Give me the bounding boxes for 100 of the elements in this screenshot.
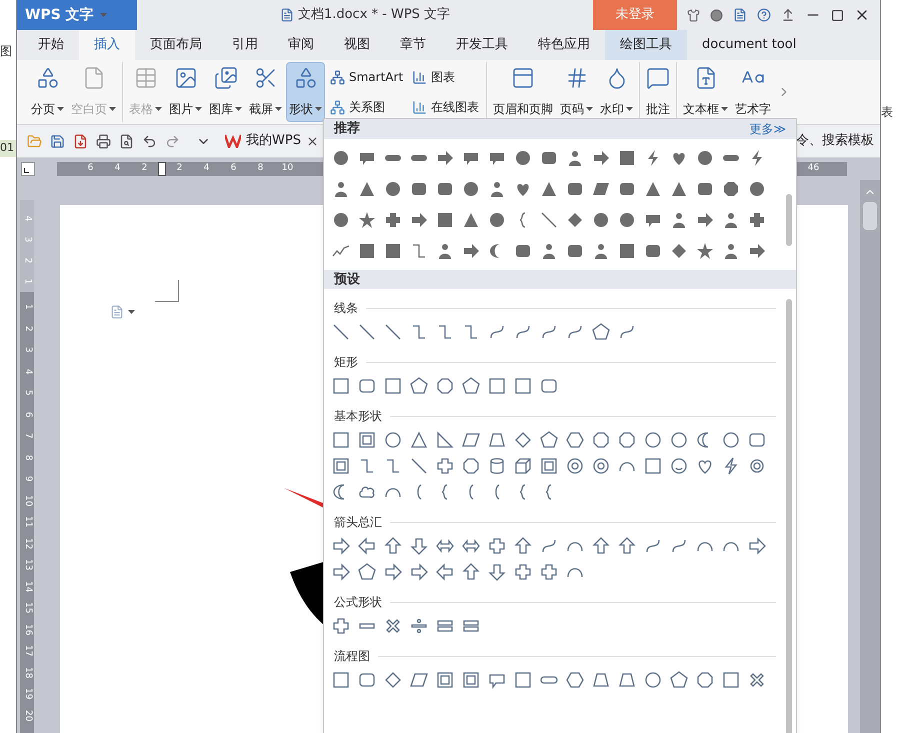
ribbon-tab[interactable]: 审阅 bbox=[273, 30, 329, 60]
arrow-right-icon[interactable] bbox=[462, 242, 480, 260]
hexagon-icon[interactable] bbox=[566, 431, 584, 449]
arrow-right-icon[interactable] bbox=[592, 148, 610, 166]
hexagon-icon[interactable] bbox=[566, 671, 584, 689]
square-icon[interactable] bbox=[384, 242, 402, 260]
arrow-right-icon[interactable] bbox=[748, 242, 766, 260]
triangle-icon[interactable] bbox=[358, 180, 376, 198]
square-icon[interactable] bbox=[644, 457, 662, 475]
elbow-icon[interactable] bbox=[358, 457, 376, 475]
ribbon-tab[interactable]: 引用 bbox=[217, 30, 273, 60]
elbow-icon[interactable] bbox=[462, 323, 480, 341]
circle-icon[interactable] bbox=[670, 431, 688, 449]
curve-icon[interactable] bbox=[540, 537, 558, 555]
tab-stop-selector[interactable] bbox=[21, 162, 35, 176]
arrow-up-icon[interactable] bbox=[592, 537, 610, 555]
octagon-icon[interactable] bbox=[592, 431, 610, 449]
ribbon-tab[interactable]: 插入 bbox=[79, 30, 135, 60]
square-icon[interactable] bbox=[384, 377, 402, 395]
curve-icon[interactable] bbox=[540, 323, 558, 341]
pentagon-icon[interactable] bbox=[670, 671, 688, 689]
ribbon-small-button[interactable]: 图表 bbox=[408, 68, 484, 86]
arrow-up-icon[interactable] bbox=[462, 563, 480, 581]
plus-icon[interactable] bbox=[332, 617, 350, 635]
triangle-icon[interactable] bbox=[540, 180, 558, 198]
rounded-icon[interactable] bbox=[358, 377, 376, 395]
curve-icon[interactable] bbox=[670, 537, 688, 555]
ribbon-button[interactable]: 截屏 bbox=[246, 62, 285, 122]
frame-icon[interactable] bbox=[462, 671, 480, 689]
circle-icon[interactable] bbox=[644, 671, 662, 689]
ribbon-tab[interactable]: 开始 bbox=[23, 30, 79, 60]
document-icon[interactable] bbox=[733, 8, 747, 22]
frame-icon[interactable] bbox=[436, 671, 454, 689]
cube-icon[interactable] bbox=[514, 457, 532, 475]
right-triangle-icon[interactable] bbox=[436, 431, 454, 449]
ribbon-button[interactable]: 图片 bbox=[166, 62, 205, 122]
elbow-icon[interactable] bbox=[410, 242, 428, 260]
upload-icon[interactable] bbox=[781, 8, 795, 22]
ribbon-small-button[interactable]: SmartArt bbox=[326, 68, 408, 86]
times-icon[interactable] bbox=[748, 671, 766, 689]
pentagon-icon[interactable] bbox=[592, 323, 610, 341]
person-icon[interactable] bbox=[488, 180, 506, 198]
arrow-right-icon[interactable] bbox=[696, 210, 714, 228]
person-icon[interactable] bbox=[566, 148, 584, 166]
person-icon[interactable] bbox=[592, 242, 610, 260]
circle-icon[interactable] bbox=[332, 148, 350, 166]
arrow-right-icon[interactable] bbox=[436, 148, 454, 166]
pentagon-icon[interactable] bbox=[358, 563, 376, 581]
square-icon[interactable] bbox=[436, 210, 454, 228]
person-icon[interactable] bbox=[436, 242, 454, 260]
octagon-icon[interactable] bbox=[722, 180, 740, 198]
ribbon-button[interactable]: 页眉和页脚 bbox=[490, 62, 556, 122]
circle-icon[interactable] bbox=[384, 180, 402, 198]
trapezoid-icon[interactable] bbox=[592, 671, 610, 689]
trapezoid-icon[interactable] bbox=[488, 431, 506, 449]
ribbon-button[interactable]: 艺术字 bbox=[732, 62, 774, 122]
print-preview-icon[interactable] bbox=[119, 134, 134, 148]
cylinder-icon[interactable] bbox=[488, 457, 506, 475]
line-icon[interactable] bbox=[332, 323, 350, 341]
octagon-icon[interactable] bbox=[696, 671, 714, 689]
diamond-icon[interactable] bbox=[670, 242, 688, 260]
octagon-icon[interactable] bbox=[436, 377, 454, 395]
arrow-right-icon[interactable] bbox=[332, 563, 350, 581]
diamond-icon[interactable] bbox=[566, 210, 584, 228]
elbow-icon[interactable] bbox=[436, 323, 454, 341]
curve-icon[interactable] bbox=[618, 323, 636, 341]
plus-icon[interactable] bbox=[488, 537, 506, 555]
help-icon[interactable] bbox=[757, 8, 771, 22]
parallelogram-icon[interactable] bbox=[410, 671, 428, 689]
frame-icon[interactable] bbox=[358, 431, 376, 449]
app-menu-button[interactable]: WPS 文字 bbox=[17, 0, 137, 30]
arrow-right-icon[interactable] bbox=[410, 563, 428, 581]
ribbon-button[interactable]: 页码 bbox=[557, 62, 596, 122]
bolt-icon[interactable] bbox=[722, 457, 740, 475]
arrow-left-icon[interactable] bbox=[436, 563, 454, 581]
square-icon[interactable] bbox=[332, 377, 350, 395]
arrow-right-icon[interactable] bbox=[410, 210, 428, 228]
arrow-right-icon[interactable] bbox=[384, 563, 402, 581]
triangle-icon[interactable] bbox=[462, 210, 480, 228]
square-icon[interactable] bbox=[722, 671, 740, 689]
square-icon[interactable] bbox=[358, 242, 376, 260]
octagon-icon[interactable] bbox=[462, 457, 480, 475]
arrow-up-icon[interactable] bbox=[384, 537, 402, 555]
circle-icon[interactable] bbox=[488, 210, 506, 228]
double-arrow-icon[interactable] bbox=[436, 537, 454, 555]
elbow-icon[interactable] bbox=[384, 457, 402, 475]
rounded-icon[interactable] bbox=[358, 671, 376, 689]
square-icon[interactable] bbox=[332, 431, 350, 449]
ribbon-button[interactable]: 文本框 bbox=[680, 62, 732, 122]
ribbon-button[interactable]: 形状 bbox=[286, 62, 325, 122]
ribbon-tab[interactable]: 特色应用 bbox=[523, 30, 605, 60]
rounded-icon[interactable] bbox=[748, 431, 766, 449]
triangle-icon[interactable] bbox=[644, 180, 662, 198]
line-icon[interactable] bbox=[384, 323, 402, 341]
divide-icon[interactable] bbox=[410, 617, 428, 635]
square-icon[interactable] bbox=[488, 377, 506, 395]
ribbon-tab[interactable]: 章节 bbox=[385, 30, 441, 60]
printer-icon[interactable] bbox=[96, 134, 111, 148]
maximize-icon[interactable] bbox=[831, 8, 844, 22]
arrow-right-icon[interactable] bbox=[748, 537, 766, 555]
